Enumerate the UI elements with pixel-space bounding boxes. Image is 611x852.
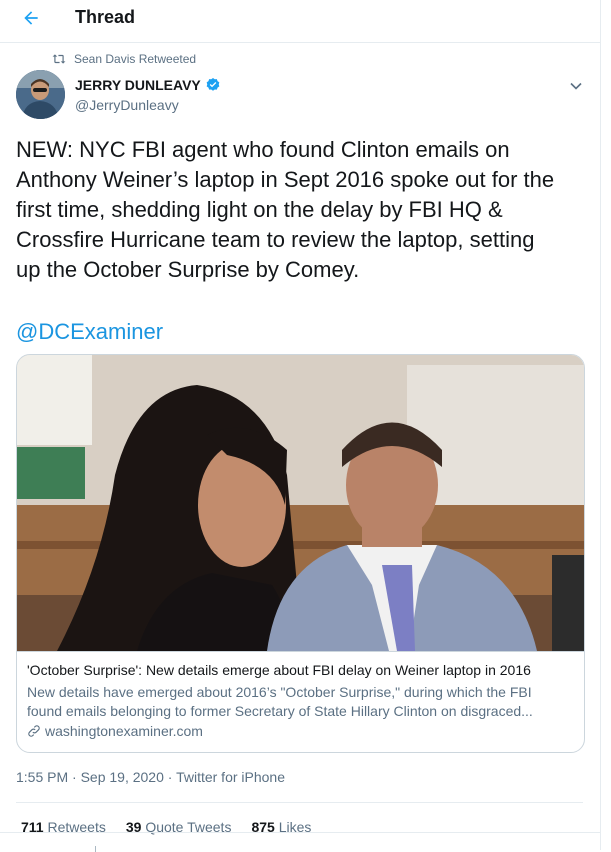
card-title: 'October Surprise': New details emerge a… — [27, 662, 531, 678]
retweet-context[interactable]: Sean Davis Retweeted — [52, 52, 196, 66]
more-options-button[interactable] — [566, 76, 586, 96]
retweet-icon — [52, 54, 66, 64]
thread-header: Thread — [0, 0, 601, 43]
card-description: New details have emerged about 2016’s "O… — [27, 683, 577, 721]
card-description-line-1: New details have emerged about 2016’s "O… — [27, 684, 532, 700]
link-card[interactable]: 'October Surprise': New details emerge a… — [16, 354, 585, 753]
link-icon — [28, 725, 40, 737]
verified-badge-icon — [206, 78, 220, 91]
divider — [16, 802, 583, 803]
tweet-text: NEW: NYC FBI agent who found Clinton ema… — [16, 137, 555, 282]
author-handle[interactable]: @JerryDunleavy — [75, 97, 179, 113]
arrow-left-icon — [24, 11, 38, 25]
card-domain: washingtonexaminer.com — [27, 723, 203, 739]
mention-link[interactable]: @DCExaminer — [16, 317, 163, 347]
chevron-down-icon — [570, 82, 582, 90]
divider — [0, 832, 600, 833]
card-description-line-2: found emails belonging to former Secreta… — [27, 703, 533, 719]
card-image — [17, 355, 584, 651]
retweet-text: Sean Davis Retweeted — [74, 52, 197, 66]
author-name[interactable]: JERRY DUNLEAVY — [75, 77, 221, 93]
avatar[interactable] — [16, 70, 65, 119]
action-bar-edge — [95, 846, 96, 852]
back-button[interactable] — [14, 3, 48, 33]
card-info: 'October Surprise': New details emerge a… — [17, 651, 584, 739]
tweet-detail: Sean Davis Retweeted JERRY DUNLEAVY @Jer… — [0, 43, 601, 852]
page-title: Thread — [75, 7, 136, 27]
tweet-timestamp[interactable]: 1:55 PM · Sep 19, 2020 · Twitter for iPh… — [16, 769, 285, 785]
